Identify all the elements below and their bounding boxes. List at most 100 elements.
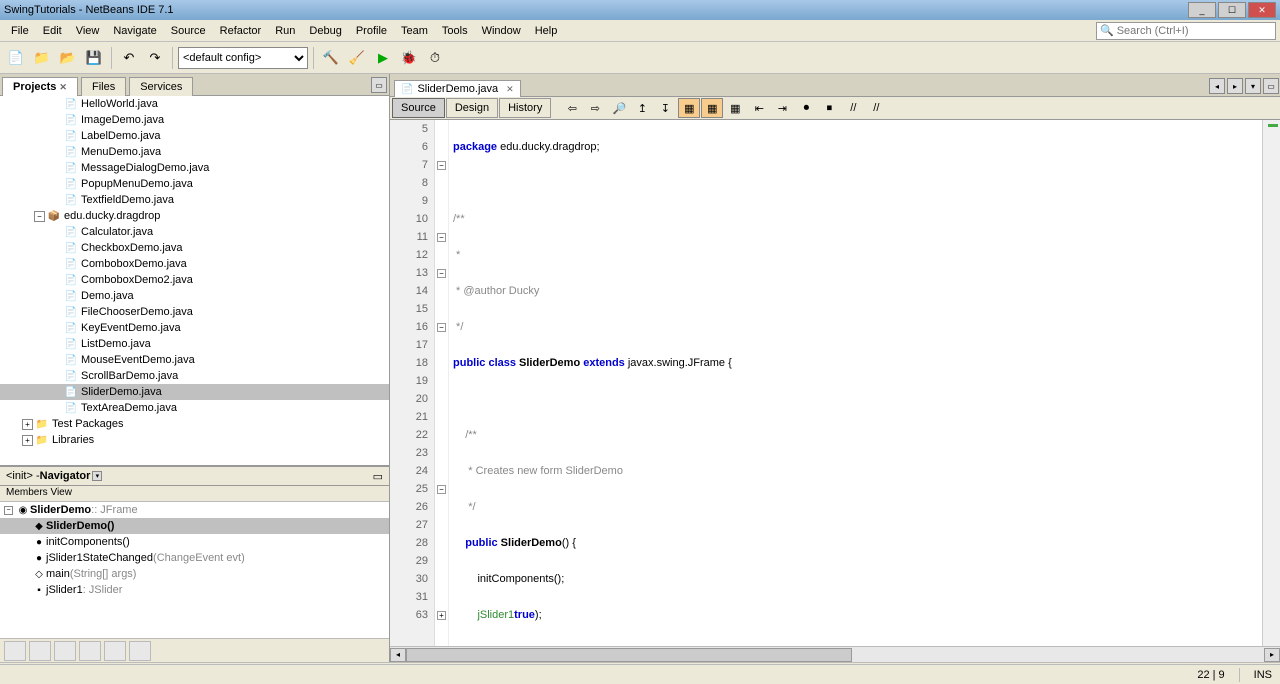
fold-cell[interactable] bbox=[435, 588, 448, 606]
line-number[interactable]: 23 bbox=[390, 444, 434, 462]
fold-cell[interactable] bbox=[435, 570, 448, 588]
fold-toggle-icon[interactable]: − bbox=[437, 323, 446, 332]
nav-member[interactable]: ◇ main(String[] args) bbox=[0, 566, 389, 582]
nav-member[interactable]: ▪ jSlider1 : JSlider bbox=[0, 582, 389, 598]
tree-item[interactable]: 📄HelloWorld.java bbox=[0, 96, 389, 112]
expander-icon[interactable]: − bbox=[4, 506, 13, 515]
profile-button[interactable]: ⏱ bbox=[423, 46, 447, 70]
tab-files[interactable]: Files bbox=[81, 77, 126, 96]
tree-item[interactable]: +📁Test Packages bbox=[0, 416, 389, 432]
maximize-button[interactable]: ☐ bbox=[1218, 2, 1246, 18]
line-number[interactable]: 13 bbox=[390, 264, 434, 282]
fold-cell[interactable]: + bbox=[435, 606, 448, 624]
undo-button[interactable]: ↶ bbox=[117, 46, 141, 70]
fold-cell[interactable] bbox=[435, 354, 448, 372]
line-number[interactable]: 15 bbox=[390, 300, 434, 318]
search-input[interactable] bbox=[1117, 25, 1272, 37]
run-button[interactable]: ▶ bbox=[371, 46, 395, 70]
menu-file[interactable]: File bbox=[4, 23, 36, 39]
editor-nav-fwd[interactable]: ⇨ bbox=[584, 98, 606, 118]
line-number[interactable]: 27 bbox=[390, 516, 434, 534]
nav-member[interactable]: ● initComponents() bbox=[0, 534, 389, 550]
fold-cell[interactable] bbox=[435, 300, 448, 318]
mode-history[interactable]: History bbox=[499, 98, 551, 118]
editor-nav-back[interactable]: ⇦ bbox=[561, 98, 583, 118]
new-file-button[interactable]: 📄 bbox=[4, 46, 28, 70]
line-number[interactable]: 18 bbox=[390, 354, 434, 372]
mode-design[interactable]: Design bbox=[446, 98, 498, 118]
nav-root[interactable]: −◉ SliderDemo :: JFrame bbox=[0, 502, 389, 518]
error-strip[interactable] bbox=[1262, 120, 1280, 646]
tree-item[interactable]: 📄ComboboxDemo2.java bbox=[0, 272, 389, 288]
menu-navigate[interactable]: Navigate bbox=[106, 23, 163, 39]
build-button[interactable]: 🔨 bbox=[319, 46, 343, 70]
nav-filter-1[interactable] bbox=[4, 641, 26, 661]
fold-cell[interactable] bbox=[435, 408, 448, 426]
nav-member[interactable]: ● jSlider1StateChanged(ChangeEvent evt) bbox=[0, 550, 389, 566]
close-icon[interactable]: ✕ bbox=[59, 82, 67, 92]
menu-tools[interactable]: Tools bbox=[435, 23, 475, 39]
fold-cell[interactable] bbox=[435, 246, 448, 264]
fold-cell[interactable] bbox=[435, 516, 448, 534]
fold-cell[interactable] bbox=[435, 336, 448, 354]
scroll-tabs-left[interactable]: ◂ bbox=[1209, 78, 1225, 94]
menu-debug[interactable]: Debug bbox=[302, 23, 348, 39]
editor-find-selection[interactable]: 🔎 bbox=[608, 98, 630, 118]
menu-profile[interactable]: Profile bbox=[349, 23, 394, 39]
tree-item[interactable]: 📄CheckboxDemo.java bbox=[0, 240, 389, 256]
tree-item[interactable]: 📄Calculator.java bbox=[0, 224, 389, 240]
editor-macro-stop[interactable]: ⏹ bbox=[818, 98, 840, 118]
tab-services[interactable]: Services bbox=[129, 77, 193, 96]
tree-item[interactable]: +📁Libraries bbox=[0, 432, 389, 448]
fold-cell[interactable] bbox=[435, 192, 448, 210]
tree-item[interactable]: 📄KeyEventDemo.java bbox=[0, 320, 389, 336]
fold-cell[interactable] bbox=[435, 462, 448, 480]
line-number[interactable]: 8 bbox=[390, 174, 434, 192]
editor-macro-start[interactable]: ⏺ bbox=[795, 98, 817, 118]
nav-filter-6[interactable] bbox=[129, 641, 151, 661]
new-project-button[interactable]: 📁 bbox=[30, 46, 54, 70]
scroll-thumb[interactable] bbox=[406, 648, 852, 662]
redo-button[interactable]: ↷ bbox=[143, 46, 167, 70]
line-number[interactable]: 28 bbox=[390, 534, 434, 552]
nav-filter-5[interactable] bbox=[104, 641, 126, 661]
editor-hscrollbar[interactable]: ◂ ▸ bbox=[390, 646, 1280, 662]
scroll-left[interactable]: ◂ bbox=[390, 648, 406, 662]
menu-edit[interactable]: Edit bbox=[36, 23, 69, 39]
tree-item[interactable]: −📦edu.ducky.dragdrop bbox=[0, 208, 389, 224]
tree-item[interactable]: 📄ComboboxDemo.java bbox=[0, 256, 389, 272]
tree-item[interactable]: 📄FileChooserDemo.java bbox=[0, 304, 389, 320]
fold-cell[interactable]: − bbox=[435, 318, 448, 336]
fold-cell[interactable] bbox=[435, 444, 448, 462]
mode-source[interactable]: Source bbox=[392, 98, 445, 118]
line-number[interactable]: 11 bbox=[390, 228, 434, 246]
line-number[interactable]: 22 bbox=[390, 426, 434, 444]
line-gutter[interactable]: 5678910111213141516171819202122232425262… bbox=[390, 120, 435, 646]
line-number[interactable]: 17 bbox=[390, 336, 434, 354]
menu-source[interactable]: Source bbox=[164, 23, 213, 39]
menu-help[interactable]: Help bbox=[528, 23, 565, 39]
line-number[interactable]: 7 bbox=[390, 156, 434, 174]
close-button[interactable]: ✕ bbox=[1248, 2, 1276, 18]
tree-item[interactable]: 📄MenuDemo.java bbox=[0, 144, 389, 160]
fold-cell[interactable] bbox=[435, 534, 448, 552]
fold-cell[interactable]: − bbox=[435, 264, 448, 282]
expander-icon[interactable]: − bbox=[34, 211, 45, 222]
fold-cell[interactable] bbox=[435, 174, 448, 192]
fold-cell[interactable] bbox=[435, 210, 448, 228]
navigator-dropdown[interactable]: ▾ bbox=[92, 471, 102, 481]
line-number[interactable]: 6 bbox=[390, 138, 434, 156]
tree-item[interactable]: 📄MessageDialogDemo.java bbox=[0, 160, 389, 176]
line-number[interactable]: 10 bbox=[390, 210, 434, 228]
fold-cell[interactable] bbox=[435, 498, 448, 516]
projects-tree[interactable]: 📄HelloWorld.java📄ImageDemo.java📄LabelDem… bbox=[0, 96, 389, 467]
code-content[interactable]: package edu.ducky.dragdrop; /** * * @aut… bbox=[449, 120, 1262, 646]
tree-item[interactable]: 📄ImageDemo.java bbox=[0, 112, 389, 128]
fold-toggle-icon[interactable]: − bbox=[437, 269, 446, 278]
line-number[interactable]: 9 bbox=[390, 192, 434, 210]
line-number[interactable]: 14 bbox=[390, 282, 434, 300]
open-button[interactable]: 📂 bbox=[56, 46, 80, 70]
fold-cell[interactable] bbox=[435, 120, 448, 138]
fold-cell[interactable]: − bbox=[435, 228, 448, 246]
editor-shift-right[interactable]: ⇥ bbox=[771, 98, 793, 118]
